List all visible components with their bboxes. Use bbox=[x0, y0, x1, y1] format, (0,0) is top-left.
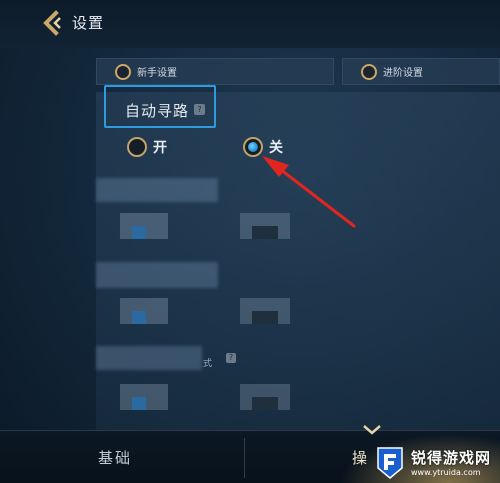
tab-advanced-settings[interactable]: 进阶设置 bbox=[342, 58, 500, 85]
option-on-label: 开 bbox=[153, 140, 167, 156]
back-chevron-icon[interactable] bbox=[38, 9, 66, 37]
blurred-pixel bbox=[252, 397, 278, 410]
watermark-url: www.ytruida.com bbox=[411, 467, 481, 477]
blurred-pixel bbox=[132, 311, 146, 324]
nav-basic[interactable]: 基础 bbox=[98, 447, 132, 468]
blurred-pixel bbox=[132, 226, 146, 239]
tab-radio-icon bbox=[361, 63, 377, 80]
nav-operations[interactable]: 操 bbox=[352, 447, 369, 468]
blurred-pixel bbox=[252, 311, 278, 324]
watermark-logo-icon bbox=[377, 446, 403, 479]
nav-divider bbox=[244, 438, 245, 478]
option-off[interactable]: 关 bbox=[243, 137, 283, 157]
blurred-pixel bbox=[132, 397, 146, 410]
radio-icon bbox=[127, 137, 147, 157]
tab-label: 进阶设置 bbox=[383, 68, 423, 79]
tab-beginner-settings[interactable]: 新手设置 bbox=[96, 58, 334, 85]
option-off-label: 关 bbox=[269, 140, 283, 156]
page-title: 设置 bbox=[72, 14, 105, 32]
watermark: 锐得游戏网 www.ytruida.com bbox=[372, 440, 500, 483]
help-icon[interactable]: ? bbox=[226, 353, 236, 363]
blurred-row-title bbox=[96, 346, 202, 370]
tab-radio-icon bbox=[115, 63, 131, 80]
radio-selected-icon bbox=[243, 137, 263, 157]
tab-label: 新手设置 bbox=[137, 68, 177, 79]
help-icon[interactable]: ? bbox=[194, 104, 205, 115]
option-on[interactable]: 开 bbox=[127, 137, 167, 157]
blurred-row-title bbox=[96, 178, 218, 202]
watermark-name: 锐得游戏网 bbox=[411, 448, 492, 467]
blurred-text: 式 bbox=[203, 359, 213, 369]
blurred-pixel bbox=[252, 226, 278, 239]
blurred-row-title bbox=[96, 262, 218, 288]
caret-down-icon bbox=[363, 425, 381, 435]
setting-title: 自动寻路 bbox=[125, 102, 190, 120]
